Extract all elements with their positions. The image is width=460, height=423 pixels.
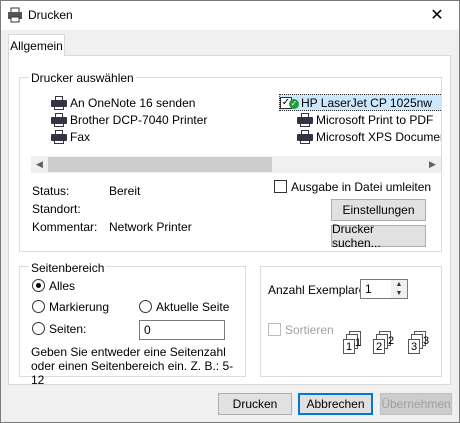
print-to-file-label: Ausgabe in Datei umleiten: [291, 180, 432, 194]
print-button-label: Drucken: [232, 397, 278, 411]
tab-label: Allgemein: [10, 38, 63, 53]
printer-icon: [8, 7, 22, 23]
default-printer-icon: ✓ ✓: [280, 96, 299, 109]
apply-button[interactable]: Übernehmen: [380, 393, 452, 415]
printer-name: Microsoft XPS Document Writer: [316, 129, 441, 144]
printer-list[interactable]: An OneNote 16 senden Brother DCP-7040 Pr…: [31, 93, 441, 153]
page-range-group-label: Seitenbereich: [29, 261, 107, 275]
printer-icon: [51, 95, 67, 110]
radio-pages-label: Seiten:: [49, 322, 87, 336]
printer-name: Fax: [70, 129, 91, 144]
comment-label: Kommentar:: [32, 220, 98, 234]
radio-selection[interactable]: [32, 300, 45, 313]
find-printer-button[interactable]: Drucker suchen...: [331, 222, 426, 250]
printer-item-onenote[interactable]: An OneNote 16 senden: [51, 94, 195, 111]
collate-label: Sortieren: [285, 323, 334, 337]
status-label: Status:: [32, 184, 70, 198]
printer-name: Brother DCP-7040 Printer: [70, 112, 208, 127]
copies-input[interactable]: 1: [360, 279, 392, 299]
close-button[interactable]: ✕: [414, 0, 460, 30]
print-button[interactable]: Drucken: [218, 393, 292, 415]
pages-input[interactable]: 0: [139, 320, 225, 340]
radio-pages[interactable]: [32, 322, 45, 335]
preferences-button-label: Einstellungen: [342, 203, 415, 217]
checkmark-badge-icon: ✓: [289, 98, 299, 109]
printer-icon: [51, 112, 67, 127]
copies-label: Anzahl Exemplare:: [268, 283, 369, 297]
collate-checkbox[interactable]: [268, 323, 281, 336]
printer-icon: [297, 129, 313, 144]
cancel-button[interactable]: Abbrechen: [298, 393, 373, 415]
radio-current-page[interactable]: [139, 300, 152, 313]
printer-item-pdf[interactable]: Microsoft Print to PDF: [297, 111, 433, 128]
printer-icon: [297, 112, 313, 127]
scroll-left-icon[interactable]: ◀: [31, 156, 48, 173]
printer-name: An OneNote 16 senden: [70, 95, 196, 110]
spin-up-icon[interactable]: ▲: [391, 280, 407, 289]
apply-button-label: Übernehmen: [381, 397, 451, 411]
comment-value: Network Printer: [109, 220, 192, 234]
cancel-button-label: Abbrechen: [306, 397, 365, 411]
location-label: Standort:: [32, 202, 81, 216]
page-range-hint: Geben Sie entweder eine Seitenzahl oder …: [31, 345, 234, 387]
spin-down-icon[interactable]: ▼: [391, 289, 407, 298]
radio-all[interactable]: [32, 279, 45, 292]
tab-general[interactable]: Allgemein: [8, 34, 65, 56]
horizontal-scrollbar[interactable]: ◀ ▶: [31, 156, 441, 173]
find-printer-button-label: Drucker suchen...: [332, 222, 381, 250]
fax-icon: [51, 129, 67, 144]
scrollbar-thumb[interactable]: [48, 157, 272, 172]
window-title: Drucken: [28, 8, 73, 22]
printer-item-hp[interactable]: ✓ ✓ HP LaserJet CP 1025nw: [279, 94, 441, 111]
printer-item-xps[interactable]: Microsoft XPS Document Writer: [297, 128, 441, 145]
printer-name: Microsoft Print to PDF: [316, 112, 434, 127]
radio-current-page-label: Aktuelle Seite: [156, 300, 230, 314]
title-bar: Drucken ✕: [0, 0, 460, 30]
status-value: Bereit: [109, 184, 141, 198]
printer-name: HP LaserJet CP 1025nw: [301, 95, 432, 110]
scroll-right-icon[interactable]: ▶: [424, 156, 441, 173]
printer-group-label: Drucker auswählen: [29, 71, 136, 85]
copies-spinner[interactable]: ▲ ▼: [391, 279, 408, 299]
print-to-file-checkbox[interactable]: [274, 180, 287, 193]
close-icon: ✕: [430, 7, 444, 24]
printer-item-fax[interactable]: Fax: [51, 128, 90, 145]
printer-item-brother[interactable]: Brother DCP-7040 Printer: [51, 111, 207, 128]
radio-all-label: Alles: [49, 279, 76, 293]
radio-selection-label: Markierung: [49, 300, 110, 314]
preferences-button[interactable]: Einstellungen: [331, 199, 426, 221]
